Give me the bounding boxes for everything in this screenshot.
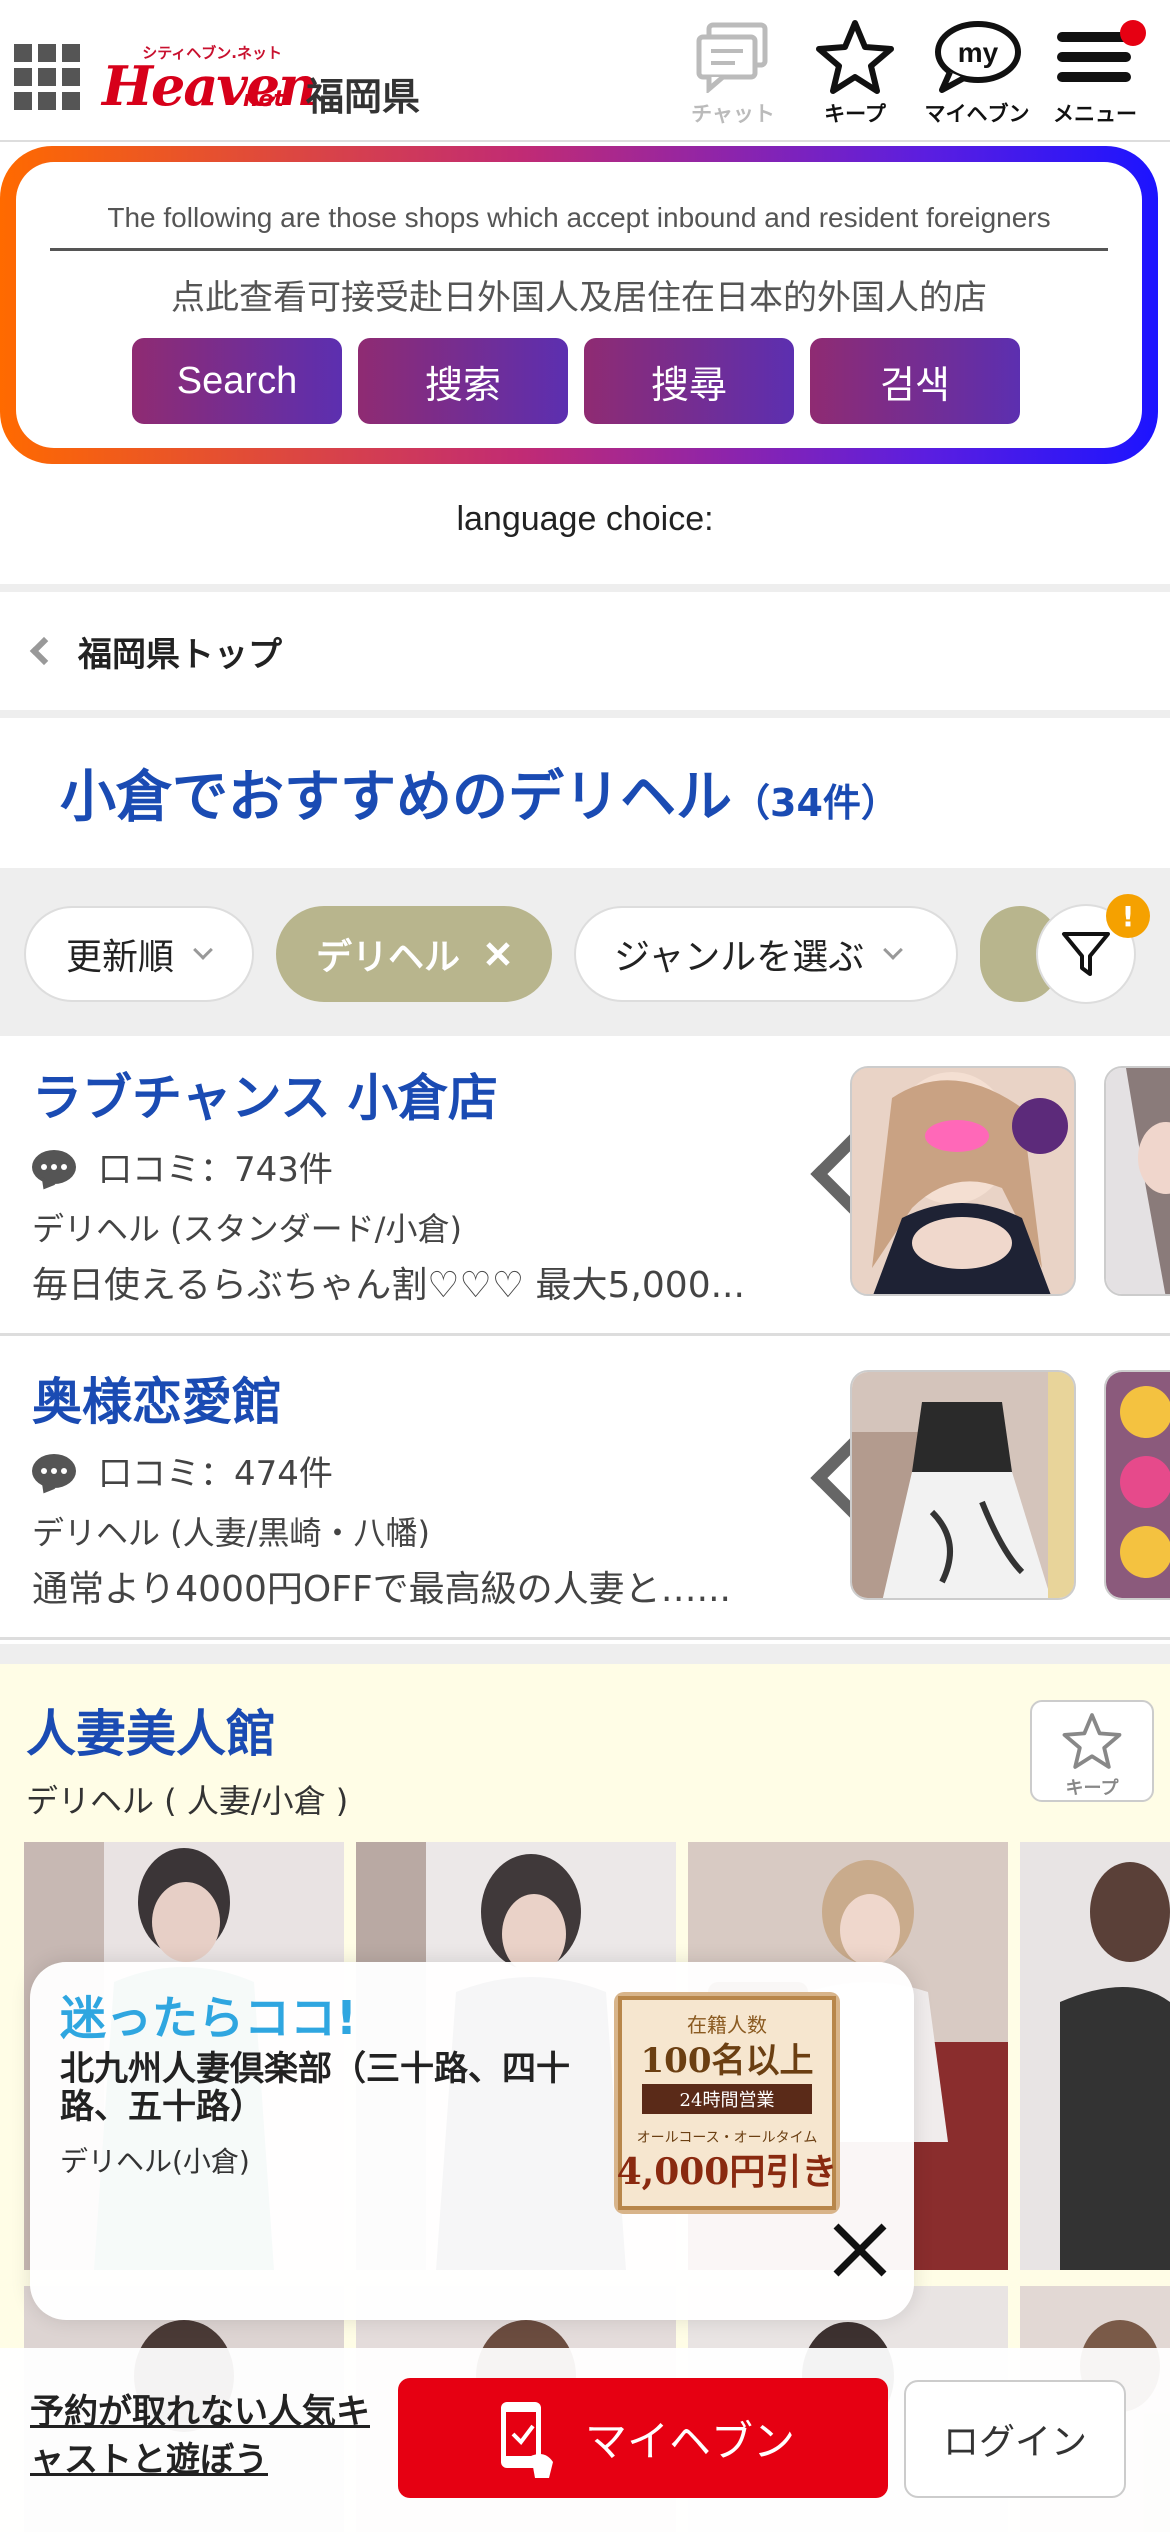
divider bbox=[0, 710, 1170, 718]
menu-button[interactable]: メニュー bbox=[1040, 16, 1150, 126]
keep-shop-button[interactable]: キープ bbox=[1030, 1700, 1154, 1802]
result-count: （34件） bbox=[732, 781, 899, 825]
popup-ad-text-1: 在籍人数 bbox=[687, 2013, 767, 2037]
myheaven-button[interactable]: my マイヘブン bbox=[922, 16, 1032, 126]
foreigner-chinese-text: 点此查看可接受赴日外国人及居住在日本的外国人的店 bbox=[171, 278, 987, 318]
active-filter-label: デリヘル bbox=[316, 937, 461, 978]
shop-name[interactable]: ラブチャンス 小倉店 bbox=[32, 1058, 498, 1130]
breadcrumb[interactable]: 福岡県トップ bbox=[0, 596, 1170, 706]
divider bbox=[50, 248, 1108, 251]
shop-description: 毎日使えるらぶちゃん割♡♡♡ 最大5,000... bbox=[32, 1265, 745, 1306]
breadcrumb-label: 福岡県トップ bbox=[78, 634, 282, 675]
phone-icon bbox=[500, 2402, 553, 2478]
shop-photo[interactable] bbox=[1104, 1370, 1170, 1600]
shop-description: 通常より4000円OFFで最高級の人妻と…... bbox=[32, 1569, 731, 1610]
page-title: 小倉でおすすめのデリヘル（34件） bbox=[60, 752, 899, 833]
star-icon bbox=[1062, 1713, 1122, 1769]
chat-icon bbox=[678, 16, 788, 98]
foreigner-english-text: The following are those shops which acce… bbox=[107, 202, 1051, 233]
cast-photo[interactable] bbox=[1020, 1842, 1170, 2270]
shop-reviews: 口コミ：743件 bbox=[32, 1142, 333, 1191]
shop-photo[interactable] bbox=[1104, 1066, 1170, 1296]
close-icon[interactable] bbox=[484, 940, 512, 968]
popup-ad-image[interactable]: 在籍人数 100名以上 24時間営業 オールコース・オールタイム 4,000円引… bbox=[614, 1992, 840, 2214]
shop-genre: デリヘル (スタンダード/小倉) bbox=[32, 1210, 462, 1248]
review-count: 口コミ：743件 bbox=[98, 1150, 333, 1190]
site-logo[interactable]: シティヘブン.ネット Heaven net bbox=[98, 36, 317, 118]
logo-net-text: net bbox=[242, 87, 284, 112]
divider bbox=[0, 584, 1170, 592]
prefecture-label[interactable]: 福岡県 bbox=[306, 66, 420, 121]
speech-bubble-icon bbox=[32, 1149, 76, 1184]
active-filter-chip[interactable]: デリヘル bbox=[276, 906, 552, 1002]
page-title-text: 小倉でおすすめのデリヘル bbox=[60, 765, 732, 830]
review-count: 口コミ：474件 bbox=[98, 1454, 333, 1494]
popup-headline: 迷ったらココ! bbox=[60, 1991, 357, 2045]
search-english-button[interactable]: Search bbox=[132, 338, 342, 424]
star-icon bbox=[800, 16, 910, 98]
search-traditional-chinese-button[interactable]: 搜尋 bbox=[584, 338, 794, 424]
notification-dot bbox=[1120, 20, 1146, 46]
menu-label: メニュー bbox=[1053, 102, 1137, 126]
filter-icon bbox=[1062, 932, 1110, 976]
myheaven-label: マイヘブン bbox=[924, 102, 1030, 126]
myheaven-icon: my bbox=[922, 16, 1032, 98]
chevron-down-icon bbox=[193, 940, 213, 960]
close-icon[interactable] bbox=[830, 2220, 890, 2280]
foreigner-banner-inner: The following are those shops which acce… bbox=[16, 162, 1142, 448]
shop-name[interactable]: 奥様恋愛館 bbox=[32, 1362, 282, 1434]
shop-genre: デリヘル (人妻/黒崎・八幡) bbox=[32, 1514, 430, 1552]
divider bbox=[0, 1644, 1170, 1664]
shop-list-item[interactable]: 奥様恋愛館 口コミ：474件 デリヘル (人妻/黒崎・八幡) 通常より4000円… bbox=[0, 1340, 1170, 1640]
promo-link[interactable]: 予約が取れない人気キャストと遊ぼう bbox=[30, 2388, 370, 2484]
chat-label: チャット bbox=[691, 102, 775, 126]
speech-bubble-icon bbox=[32, 1453, 76, 1488]
popup-shop-name[interactable]: 北九州人妻倶楽部（三十路、四十路、五十路） bbox=[60, 2050, 600, 2126]
myheaven-cta-button[interactable]: マイヘブン bbox=[398, 2378, 888, 2498]
popup-ad-text-2: 100名以上 bbox=[641, 2041, 814, 2081]
myheaven-cta-label: マイヘブン bbox=[584, 2416, 795, 2466]
keep-button[interactable]: キープ bbox=[800, 16, 910, 126]
chat-button[interactable]: チャット bbox=[678, 16, 788, 126]
shop-reviews: 口コミ：474件 bbox=[32, 1446, 333, 1495]
popup-ad-text-3: 24時間営業 bbox=[680, 2090, 775, 2111]
sort-select[interactable]: 更新順 bbox=[24, 906, 254, 1002]
sort-label: 更新順 bbox=[66, 937, 175, 978]
shop-photo[interactable] bbox=[850, 1370, 1076, 1600]
search-simplified-chinese-button[interactable]: 搜索 bbox=[358, 338, 568, 424]
genre-label: ジャンルを選ぶ bbox=[614, 937, 865, 978]
grid-menu-icon[interactable] bbox=[14, 44, 80, 110]
login-button[interactable]: ログイン bbox=[904, 2380, 1126, 2498]
chevron-down-icon bbox=[883, 940, 904, 960]
shop-list-item[interactable]: ラブチャンス 小倉店 口コミ：743件 デリヘル (スタンダード/小倉) 毎日使… bbox=[0, 1036, 1170, 1336]
popup-ad-text-5: 4,000円引き bbox=[617, 2151, 838, 2193]
language-buttons: Search 搜索 搜尋 검색 bbox=[132, 338, 1020, 424]
recommend-popup[interactable]: 迷ったらココ! 北九州人妻倶楽部（三十路、四十路、五十路） デリヘル(小倉) 在… bbox=[30, 1962, 914, 2320]
search-korean-button[interactable]: 검색 bbox=[810, 338, 1020, 424]
bottom-action-bar: 予約が取れない人気キャストと遊ぼう マイヘブン ログイン bbox=[0, 2348, 1170, 2532]
foreigner-banner: The following are those shops which acce… bbox=[0, 146, 1158, 464]
svg-text:my: my bbox=[958, 37, 999, 68]
keep-label: キープ bbox=[1065, 1778, 1119, 1799]
language-choice-label: language choice: bbox=[456, 500, 714, 538]
featured-shop-genre: デリヘル ( 人妻/小倉 ) bbox=[26, 1782, 349, 1820]
chevron-left-icon bbox=[29, 636, 59, 666]
featured-shop-name[interactable]: 人妻美人館 bbox=[26, 1694, 276, 1766]
filter-bar: 更新順 デリヘル ジャンルを選ぶ ! bbox=[0, 868, 1170, 1036]
genre-select[interactable]: ジャンルを選ぶ bbox=[574, 906, 958, 1002]
app-header: シティヘブン.ネット Heaven net 福岡県 チャット キープ my マイ… bbox=[0, 0, 1170, 142]
popup-shop-genre: デリヘル(小倉) bbox=[60, 2145, 250, 2178]
keep-label: キープ bbox=[824, 102, 886, 126]
popup-ad-text-4: オールコース・オールタイム bbox=[637, 2130, 818, 2146]
filter-badge: ! bbox=[1106, 894, 1150, 938]
shop-photo[interactable] bbox=[850, 1066, 1076, 1296]
